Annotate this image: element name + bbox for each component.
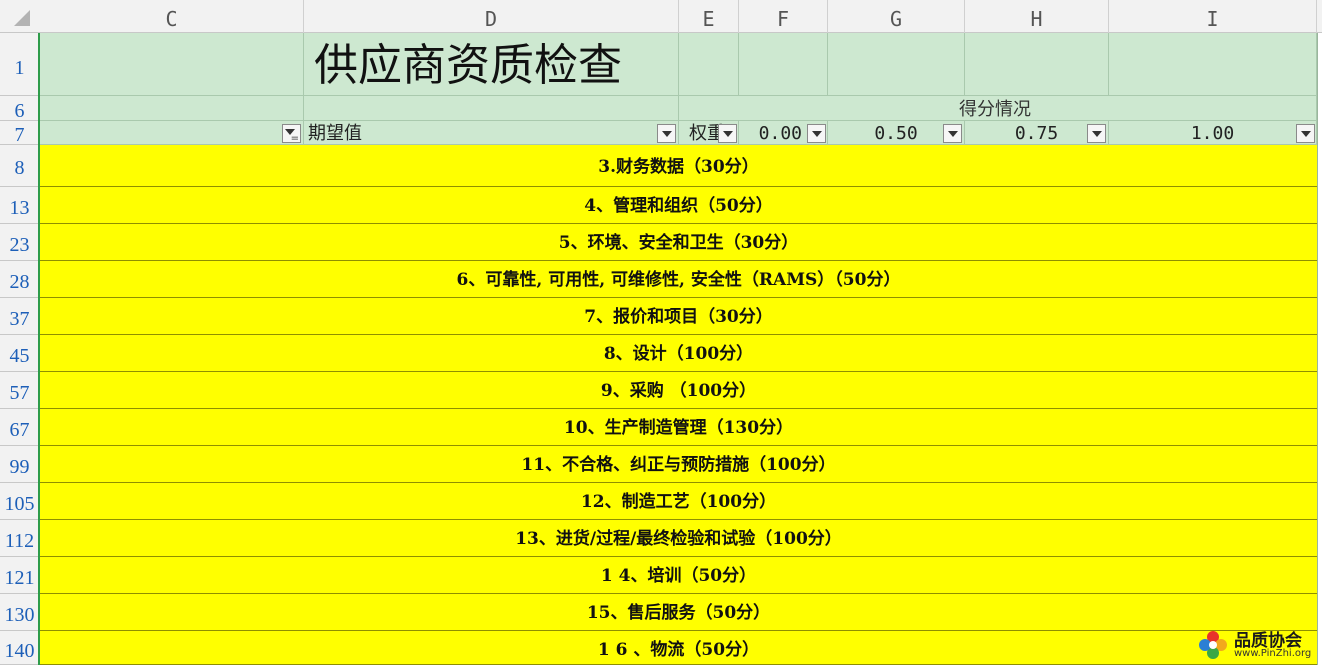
cell-e1[interactable] [679, 33, 739, 96]
section-row-quotation[interactable]: 7、报价和项目（30分） [40, 298, 1317, 335]
section-row-inspection[interactable]: 13、进货/过程/最终检验和试验（100分） [40, 520, 1317, 557]
row-header-13[interactable]: 13 [0, 187, 39, 224]
section-row-management[interactable]: 4、管理和组织（50分） [40, 187, 1317, 224]
section-row-process[interactable]: 12、制造工艺（100分） [40, 483, 1317, 520]
row-header-67[interactable]: 67 [0, 409, 39, 446]
column-header-g[interactable]: G [828, 0, 965, 33]
row-header-130[interactable]: 130 [0, 594, 39, 631]
filter-dropdown-icon[interactable] [1296, 124, 1315, 143]
section-row-after-sales[interactable]: 15、售后服务（50分） [40, 594, 1317, 631]
watermark-url: www.PinZhi.org [1234, 648, 1312, 659]
watermark-logo: 品质协会 www.PinZhi.org [1196, 626, 1320, 664]
row-header-6[interactable]: 6 [0, 96, 39, 122]
section-row-nonconformity[interactable]: 11、不合格、纠正与预防措施（100分） [40, 446, 1317, 483]
select-all-corner[interactable] [14, 10, 30, 26]
row-header-45[interactable]: 45 [0, 335, 39, 372]
row-header-99[interactable]: 99 [0, 446, 39, 483]
row-header-112[interactable]: 112 [0, 520, 39, 557]
row-header-8[interactable]: 8 [0, 145, 39, 187]
column-header-c[interactable]: C [40, 0, 304, 33]
filter-dropdown-icon[interactable] [657, 124, 676, 143]
sheet-right-edge [1317, 33, 1322, 665]
section-row-rams[interactable]: 6、可靠性, 可用性, 可维修性, 安全性（RAMS）（50分） [40, 261, 1317, 298]
sheet-title: 供应商资质检查 [314, 40, 622, 91]
row-header-7[interactable]: 7 [0, 121, 39, 146]
column-header-h[interactable]: H [965, 0, 1109, 33]
score-100-header[interactable]: 1.00 [1109, 121, 1317, 145]
row-header-121[interactable]: 121 [0, 557, 39, 594]
row-header-105[interactable]: 105 [0, 483, 39, 520]
score-group-header[interactable]: 得分情况 [679, 96, 1317, 121]
filter-dropdown-icon[interactable] [943, 124, 962, 143]
row-header-57[interactable]: 57 [0, 372, 39, 409]
cell-f1[interactable] [739, 33, 828, 96]
cell-g1[interactable] [828, 33, 965, 96]
filter-dropdown-icon[interactable] [807, 124, 826, 143]
cell-c1[interactable] [40, 33, 304, 96]
row-header-23[interactable]: 23 [0, 224, 39, 261]
cell-c6[interactable] [40, 96, 304, 121]
section-row-training[interactable]: 1 4、培训（50分） [40, 557, 1317, 594]
row-header-28[interactable]: 28 [0, 261, 39, 298]
row-header-1[interactable]: 1 [0, 33, 39, 96]
flower-logo-icon [1199, 631, 1227, 659]
column-header-i[interactable]: I [1109, 0, 1317, 33]
section-row-purchasing[interactable]: 9、采购 （100分） [40, 372, 1317, 409]
column-header-f[interactable]: F [739, 0, 828, 33]
section-row-design[interactable]: 8、设计（100分） [40, 335, 1317, 372]
cell-h1[interactable] [965, 33, 1109, 96]
cell-i1[interactable] [1109, 33, 1317, 96]
cell-d6[interactable] [304, 96, 679, 121]
row-header-140[interactable]: 140 [0, 631, 39, 665]
section-row-logistics[interactable]: 1 6 、物流（50分） [40, 631, 1317, 665]
filter-active-icon[interactable] [282, 124, 301, 144]
section-row-financial[interactable]: 3.财务数据（30分） [40, 145, 1317, 187]
column-header-d[interactable]: D [304, 0, 679, 33]
row-header-37[interactable]: 37 [0, 298, 39, 335]
expected-value-header[interactable]: 期望值 [304, 121, 679, 145]
filter-dropdown-icon[interactable] [718, 124, 737, 143]
filter-dropdown-icon[interactable] [1087, 124, 1106, 143]
section-row-production[interactable]: 10、生产制造管理（130分） [40, 409, 1317, 446]
section-row-environment[interactable]: 5、环境、安全和卫生（30分） [40, 224, 1317, 261]
column-header-e[interactable]: E [679, 0, 739, 33]
cell-c7[interactable] [40, 121, 304, 145]
